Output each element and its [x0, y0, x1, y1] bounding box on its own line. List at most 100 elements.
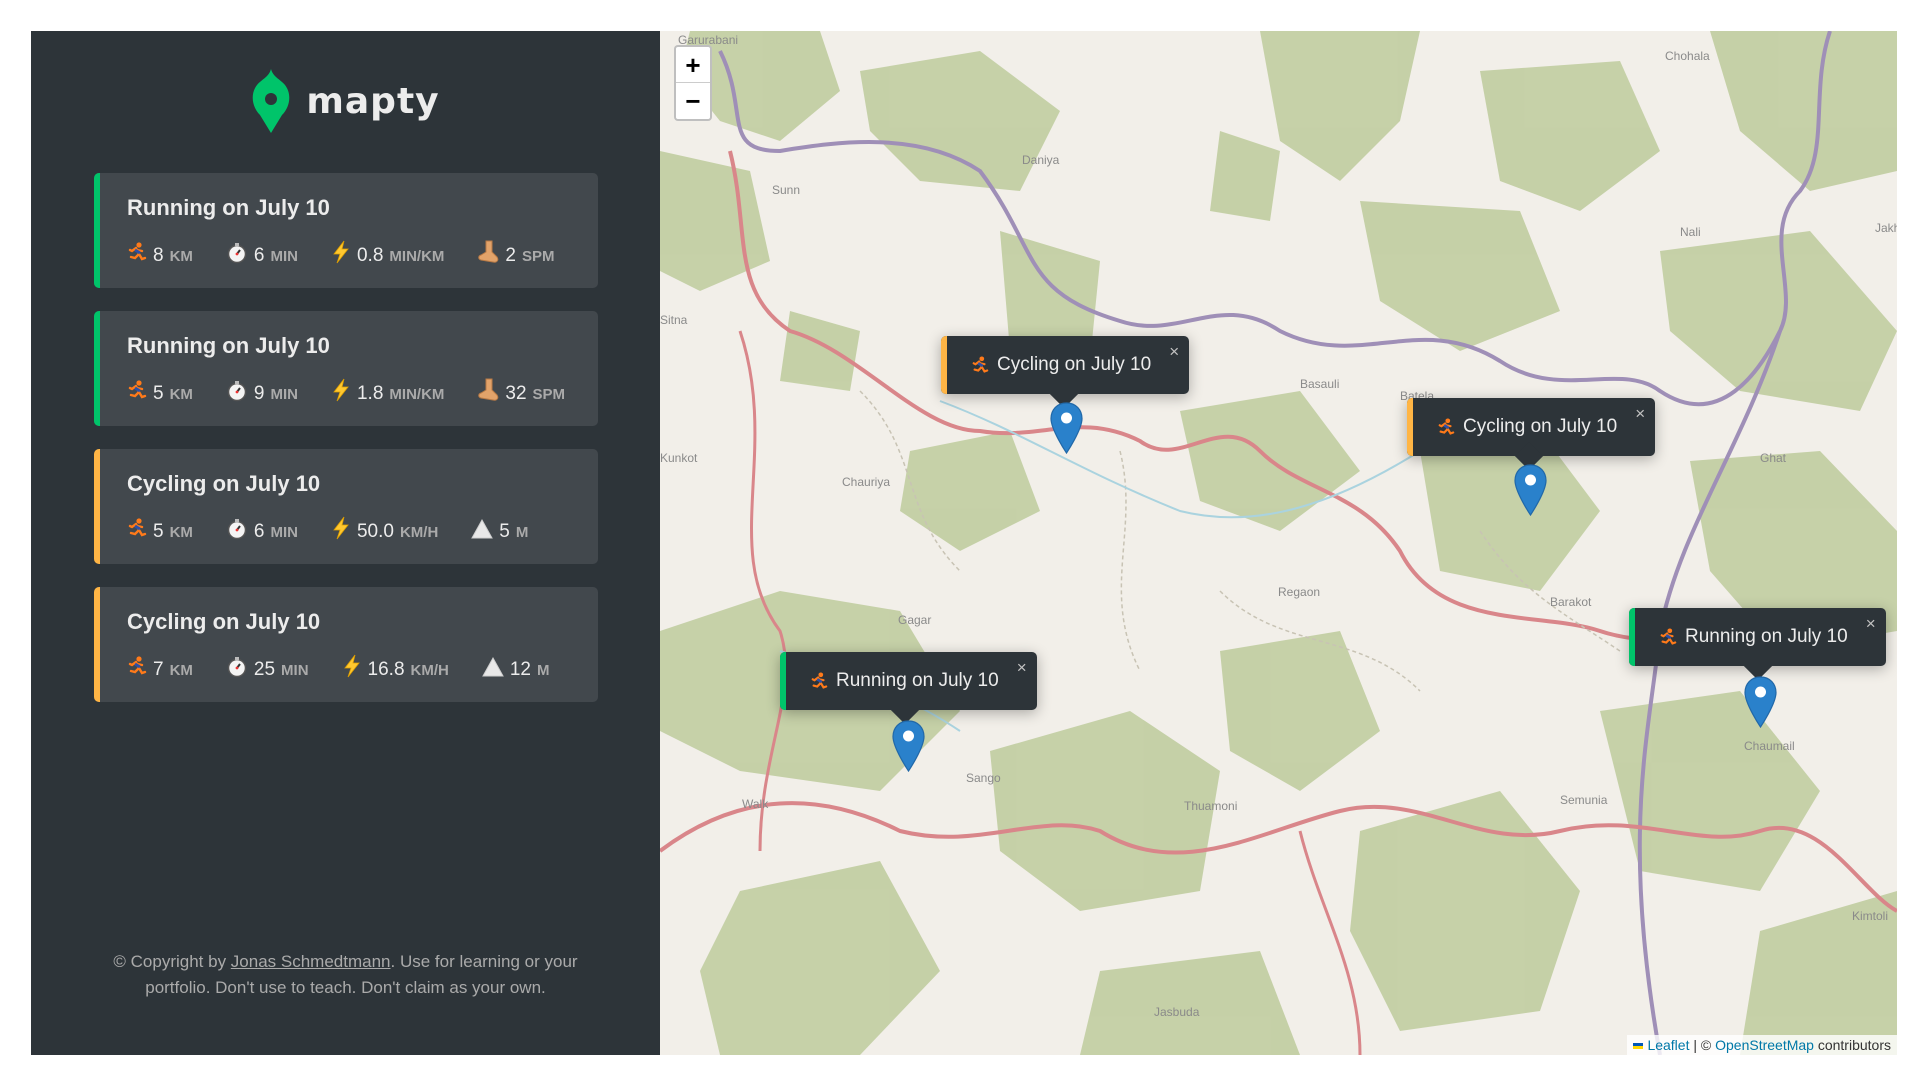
- cadence-unit: spm: [532, 386, 566, 403]
- duration-value: 6: [253, 520, 265, 542]
- elevation-detail: 12 m: [482, 652, 550, 681]
- attribution-suffix: contributors: [1813, 1037, 1891, 1053]
- copyright-text: © Copyright by Jonas Schmedtmann. Use fo…: [91, 949, 600, 1001]
- popup-accent-bar: [941, 336, 947, 394]
- popup-text: Cycling on July 10: [1463, 416, 1618, 437]
- runner-icon: [971, 356, 989, 376]
- zoom-out-button[interactable]: −: [676, 83, 710, 119]
- attribution-separator: | ©: [1689, 1037, 1716, 1053]
- workout-title: Running on July 10: [127, 195, 330, 220]
- map-marker-icon[interactable]: [1050, 402, 1083, 454]
- pace-detail: 1.8 min/km: [331, 375, 444, 405]
- distance-value: 5: [153, 520, 164, 542]
- runner-icon: [127, 517, 147, 541]
- workout-card-cycling[interactable]: Cycling on July 10 5 km 6 min 50.0: [94, 449, 598, 564]
- map-marker-icon[interactable]: [1514, 464, 1547, 516]
- elevation-detail: 5 m: [471, 514, 528, 543]
- speed-detail: 16.8 km/h: [342, 651, 449, 681]
- popup-close-button[interactable]: ×: [1017, 658, 1027, 678]
- duration-unit: min: [270, 385, 298, 403]
- workout-title: Running on July 10: [127, 333, 330, 358]
- duration-unit: min: [270, 247, 298, 265]
- popup-accent-bar: [1407, 398, 1413, 456]
- copyright-prefix: © Copyright by: [113, 952, 231, 971]
- runner-icon: [127, 655, 147, 679]
- place-label: Ghat: [1760, 451, 1787, 465]
- place-label: Semunia: [1560, 793, 1608, 807]
- place-label: Barakot: [1550, 595, 1592, 609]
- workout-popup-cycling[interactable]: Cycling on July 10 ×: [1407, 398, 1656, 471]
- workout-popup-running[interactable]: Running on July 10 ×: [780, 652, 1037, 725]
- workout-accent-bar: [94, 311, 100, 426]
- foot-icon: [477, 378, 499, 402]
- leaflet-link[interactable]: Leaflet: [1647, 1037, 1689, 1053]
- speed-unit: km/h: [410, 662, 449, 679]
- distance-value: 8: [153, 244, 164, 266]
- place-label: Chauriya: [842, 475, 891, 489]
- distance-unit: km: [169, 661, 193, 679]
- duration-detail: 9 min: [226, 376, 298, 405]
- runner-icon: [1659, 628, 1677, 648]
- distance-unit: km: [169, 385, 193, 403]
- elevation-unit: m: [537, 661, 550, 679]
- cadence-detail: 32 spm: [477, 375, 565, 405]
- workout-card-running[interactable]: Running on July 10 5 km 9 min 1.8: [94, 311, 598, 426]
- workout-card-cycling[interactable]: Cycling on July 10 7 km 25 min 16.8: [94, 587, 598, 702]
- pace-detail: 0.8 min/km: [331, 237, 444, 267]
- lightning-icon: [342, 654, 362, 678]
- place-label: Sitna: [660, 313, 688, 327]
- distance-value: 7: [153, 658, 164, 680]
- pace-unit: min/km: [389, 248, 445, 265]
- cadence-detail: 2 spm: [477, 237, 555, 267]
- workout-popup-running[interactable]: Running on July 10 ×: [1629, 608, 1886, 681]
- place-label: Chaumail: [1744, 739, 1795, 753]
- map[interactable]: Garurabani Sunn Daniya Chohala Nali Jakh…: [660, 31, 1897, 1055]
- cadence-unit: spm: [521, 248, 555, 265]
- zoom-in-button[interactable]: +: [676, 47, 710, 83]
- distance-value: 5: [153, 382, 164, 404]
- map-marker-icon[interactable]: [892, 720, 925, 772]
- map-tiles[interactable]: [660, 31, 1897, 1055]
- duration-detail: 6 min: [226, 514, 298, 543]
- osm-link[interactable]: OpenStreetMap: [1715, 1037, 1814, 1053]
- pace-unit: min/km: [389, 386, 445, 403]
- workout-accent-bar: [94, 173, 100, 288]
- place-label: Jasbuda: [1154, 1005, 1200, 1019]
- duration-value: 9: [253, 382, 265, 404]
- place-label: Walk: [742, 797, 769, 811]
- duration-detail: 6 min: [226, 238, 298, 267]
- popup-close-button[interactable]: ×: [1635, 404, 1645, 424]
- place-label: Basauli: [1300, 377, 1340, 391]
- popup-accent-bar: [1629, 608, 1635, 666]
- workout-card-running[interactable]: Running on July 10 8 km 6 min 0.8: [94, 173, 598, 288]
- popup-close-button[interactable]: ×: [1866, 614, 1876, 634]
- place-label: Gagar: [898, 613, 932, 627]
- place-label: Nali: [1680, 225, 1701, 239]
- cadence-value: 2: [505, 245, 516, 266]
- speed-unit: km/h: [399, 524, 439, 541]
- duration-detail: 25 min: [226, 652, 309, 681]
- pace-value: 1.8: [356, 383, 384, 404]
- map-marker-icon[interactable]: [1744, 676, 1777, 728]
- popup-close-button[interactable]: ×: [1169, 342, 1179, 362]
- runner-icon: [1437, 418, 1455, 438]
- place-label: Regaon: [1278, 585, 1321, 599]
- elevation-unit: m: [515, 523, 529, 541]
- workout-popup-cycling[interactable]: Cycling on July 10 ×: [941, 336, 1190, 409]
- logo: mapty: [94, 69, 598, 133]
- popup-text: Running on July 10: [1685, 626, 1848, 647]
- popup-accent-bar: [780, 652, 786, 710]
- place-label: Jakh: [1875, 221, 1897, 235]
- duration-unit: min: [270, 523, 298, 541]
- place-label: Sunn: [772, 183, 801, 197]
- place-label: Sango: [966, 771, 1001, 785]
- popup-text: Cycling on July 10: [997, 354, 1152, 375]
- runner-icon: [127, 241, 147, 265]
- stopwatch-icon: [226, 517, 248, 541]
- mountain-icon: [482, 655, 504, 679]
- stopwatch-icon: [226, 241, 248, 265]
- stopwatch-icon: [226, 655, 248, 679]
- author-link[interactable]: Jonas Schmedtmann: [231, 952, 391, 971]
- workout-list: Running on July 10 8 km 6 min 0.8: [94, 173, 598, 702]
- distance-detail: 7 km: [127, 652, 193, 681]
